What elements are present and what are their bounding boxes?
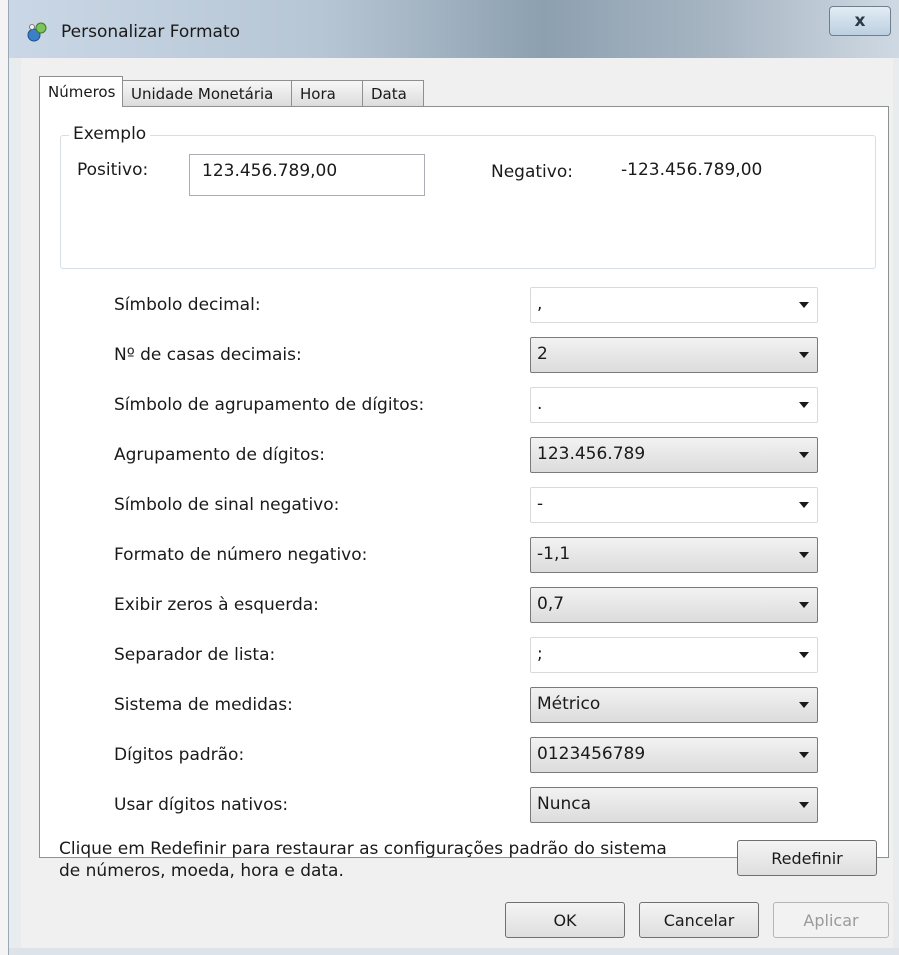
combo-value: Métrico	[537, 694, 601, 714]
tab-label: Data	[371, 85, 407, 103]
reset-info-line-1: Clique em Redefinir para restaurar as co…	[59, 839, 667, 859]
combo-value: ,	[537, 294, 543, 314]
measurement-system-select[interactable]: Métrico	[530, 687, 818, 723]
dialog-body: Números Unidade Monetária Hora Data Exem…	[21, 58, 893, 948]
chevron-down-icon	[799, 602, 809, 608]
tab-time[interactable]: Hora	[291, 80, 363, 106]
window-bottom-border	[9, 948, 899, 955]
grouping-symbol-select[interactable]: .	[530, 387, 818, 423]
title-bar[interactable]: Personalizar Formato x	[9, 0, 899, 58]
chevron-down-icon	[799, 452, 809, 458]
chevron-down-icon	[799, 352, 809, 358]
combo-value: 0,7	[537, 594, 565, 614]
regional-settings-icon	[27, 22, 47, 42]
close-icon: x	[854, 11, 866, 31]
example-legend: Exemplo	[69, 124, 151, 144]
decimal-places-label: Nº de casas decimais:	[114, 345, 302, 365]
chevron-down-icon	[799, 502, 809, 508]
chevron-down-icon	[799, 552, 809, 558]
tab-label: Hora	[300, 85, 336, 103]
negative-sign-select[interactable]: -	[530, 487, 818, 523]
negative-sign-label: Símbolo de sinal negativo:	[114, 495, 340, 515]
tab-numbers[interactable]: Números	[39, 76, 123, 107]
chevron-down-icon	[799, 702, 809, 708]
combo-value: -	[537, 494, 544, 514]
combo-value: -1,1	[537, 544, 571, 564]
combo-value: 2	[537, 344, 548, 364]
ok-button[interactable]: OK	[505, 902, 625, 938]
chevron-down-icon	[799, 652, 809, 658]
negative-label: Negativo:	[491, 162, 573, 182]
native-digits-select[interactable]: Nunca	[530, 787, 818, 823]
chevron-down-icon	[799, 802, 809, 808]
grouping-symbol-label: Símbolo de agrupamento de dígitos:	[114, 395, 425, 415]
positive-example-field: 123.456.789,00	[189, 154, 425, 196]
tab-label: Números	[48, 83, 116, 101]
reset-button-label: Redefinir	[771, 848, 843, 868]
negative-format-select[interactable]: -1,1	[530, 537, 818, 573]
leading-zeros-label: Exibir zeros à esquerda:	[114, 595, 319, 615]
list-separator-select[interactable]: ;	[530, 637, 818, 673]
apply-button[interactable]: Aplicar	[773, 902, 889, 938]
digit-grouping-select[interactable]: 123.456.789	[530, 437, 818, 473]
digit-grouping-label: Agrupamento de dígitos:	[114, 445, 325, 465]
decimal-places-select[interactable]: 2	[530, 337, 818, 373]
measurement-system-label: Sistema de medidas:	[114, 695, 293, 715]
apply-button-label: Aplicar	[803, 910, 859, 930]
numbers-tab-panel: Exemplo Positivo: 123.456.789,00 Negativ…	[39, 106, 889, 858]
chevron-down-icon	[799, 302, 809, 308]
customize-format-dialog: Personalizar Formato x Números Unidade M…	[8, 0, 899, 955]
chevron-down-icon	[799, 402, 809, 408]
negative-format-label: Formato de número negativo:	[114, 545, 368, 565]
cancel-button[interactable]: Cancelar	[639, 902, 759, 938]
tab-label: Unidade Monetária	[131, 85, 274, 103]
standard-digits-label: Dígitos padrão:	[114, 745, 245, 765]
positive-example-value: 123.456.789,00	[202, 161, 338, 181]
combo-value: 123.456.789	[537, 444, 646, 464]
background-strip	[0, 0, 8, 955]
negative-example-value: -123.456.789,00	[621, 160, 763, 180]
cancel-button-label: Cancelar	[663, 910, 735, 930]
tab-currency[interactable]: Unidade Monetária	[122, 80, 292, 106]
positive-label: Positivo:	[77, 160, 149, 180]
window-title: Personalizar Formato	[61, 22, 241, 42]
standard-digits-select[interactable]: 0123456789	[530, 737, 818, 773]
ok-button-label: OK	[553, 910, 577, 930]
decimal-symbol-select[interactable]: ,	[530, 287, 818, 323]
combo-value: 0123456789	[537, 744, 646, 764]
reset-info-line-2: de números, moeda, hora e data.	[59, 861, 344, 881]
combo-value: ;	[537, 644, 543, 664]
chevron-down-icon	[799, 752, 809, 758]
combo-value: .	[537, 394, 543, 414]
combo-value: Nunca	[537, 794, 592, 814]
native-digits-label: Usar dígitos nativos:	[114, 795, 289, 815]
close-button[interactable]: x	[829, 6, 891, 36]
example-groupbox: Exemplo Positivo: 123.456.789,00 Negativ…	[60, 124, 876, 269]
tab-date[interactable]: Data	[362, 80, 424, 106]
leading-zeros-select[interactable]: 0,7	[530, 587, 818, 623]
reset-info-text: Clique em Redefinir para restaurar as co…	[59, 838, 699, 882]
reset-button[interactable]: Redefinir	[737, 840, 877, 876]
decimal-symbol-label: Símbolo decimal:	[114, 295, 261, 315]
list-separator-label: Separador de lista:	[114, 645, 276, 665]
